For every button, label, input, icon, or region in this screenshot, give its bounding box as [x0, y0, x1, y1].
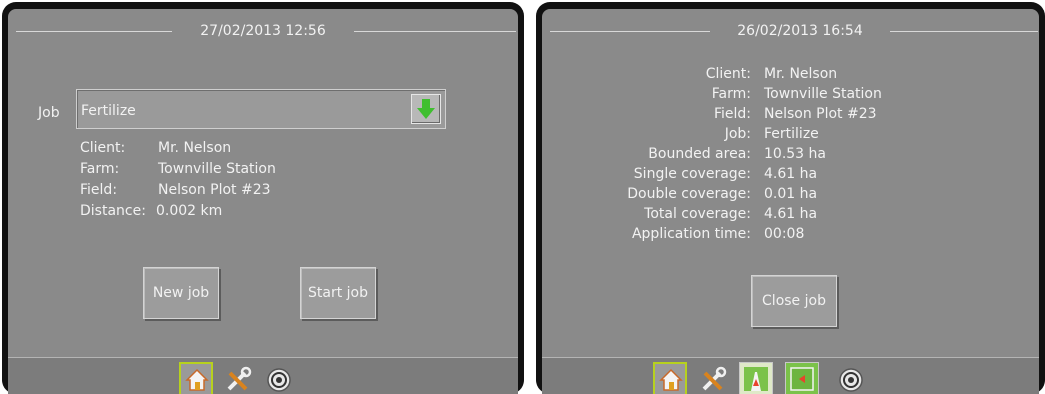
farm-label: Farm: — [80, 161, 120, 177]
job-summary-screen: 26/02/2013 16:54 Client: Mr. Nelson Farm… — [536, 2, 1045, 394]
job-dropdown-button[interactable] — [411, 94, 441, 124]
double-coverage-label: Double coverage: — [627, 186, 751, 202]
application-time-label: Application time: — [631, 226, 751, 242]
client-value: Mr. Nelson — [764, 66, 838, 82]
distance-label: Distance: — [80, 203, 146, 219]
bottom-nav — [542, 357, 1039, 394]
tab-gps-status[interactable] — [261, 362, 295, 394]
job-label: Job: — [724, 126, 751, 142]
job-select-field[interactable]: Fertilize — [76, 89, 446, 129]
tab-tools[interactable] — [695, 362, 729, 394]
tab-home[interactable] — [653, 362, 687, 394]
field-view-icon — [790, 367, 814, 391]
date-time-title: 26/02/2013 16:54 — [710, 21, 890, 41]
close-job-button[interactable]: Close job — [751, 275, 837, 327]
tab-field-view[interactable] — [785, 362, 819, 394]
farm-value: Townville Station — [158, 161, 276, 177]
farm-value: Townville Station — [764, 86, 882, 102]
new-job-button[interactable]: New job — [143, 267, 219, 319]
right-panel: 26/02/2013 16:54 Client: Mr. Nelson Farm… — [542, 9, 1039, 394]
tools-icon — [702, 366, 727, 391]
client-value: Mr. Nelson — [158, 140, 232, 156]
job-start-screen: 27/02/2013 12:56 Job Fertilize Client: M… — [2, 2, 524, 394]
bottom-nav — [8, 357, 518, 394]
field-value: Nelson Plot #23 — [158, 182, 271, 198]
home-icon — [185, 368, 209, 391]
farm-label: Farm: — [711, 86, 751, 102]
start-job-label: Start job — [308, 285, 368, 301]
tab-home[interactable] — [179, 362, 213, 394]
tab-vehicle-view[interactable] — [739, 362, 773, 394]
bounded-area-label: Bounded area: — [648, 146, 751, 162]
new-job-label: New job — [152, 285, 210, 301]
total-coverage-label: Total coverage: — [644, 206, 751, 222]
date-time-title: 27/02/2013 12:56 — [172, 21, 354, 41]
home-icon — [659, 368, 683, 391]
gps-status-icon — [839, 368, 863, 392]
distance-value: 0.002 km — [156, 203, 223, 219]
client-label: Client: — [705, 66, 751, 82]
left-panel: 27/02/2013 12:56 Job Fertilize Client: M… — [8, 9, 518, 394]
gps-status-icon — [267, 368, 291, 392]
close-job-label: Close job — [762, 293, 826, 309]
field-value: Nelson Plot #23 — [764, 106, 877, 122]
bounded-area-value: 10.53 ha — [764, 146, 826, 162]
job-value: Fertilize — [81, 103, 136, 119]
tab-tools[interactable] — [220, 362, 254, 394]
client-label: Client: — [80, 140, 126, 156]
single-coverage-value: 4.61 ha — [764, 166, 818, 182]
field-label: Field: — [713, 106, 751, 122]
application-time-value: 00:08 — [764, 226, 805, 242]
double-coverage-value: 0.01 ha — [764, 186, 818, 202]
tab-gps-status[interactable] — [833, 362, 867, 394]
download-arrow-icon — [417, 99, 435, 119]
field-label: Field: — [80, 182, 118, 198]
job-label: Job — [38, 105, 60, 121]
total-coverage-value: 4.61 ha — [764, 206, 818, 222]
vehicle-view-icon — [744, 367, 768, 391]
job-value: Fertilize — [764, 126, 819, 142]
tools-icon — [227, 366, 252, 391]
start-job-button[interactable]: Start job — [300, 267, 376, 319]
single-coverage-label: Single coverage: — [633, 166, 751, 182]
